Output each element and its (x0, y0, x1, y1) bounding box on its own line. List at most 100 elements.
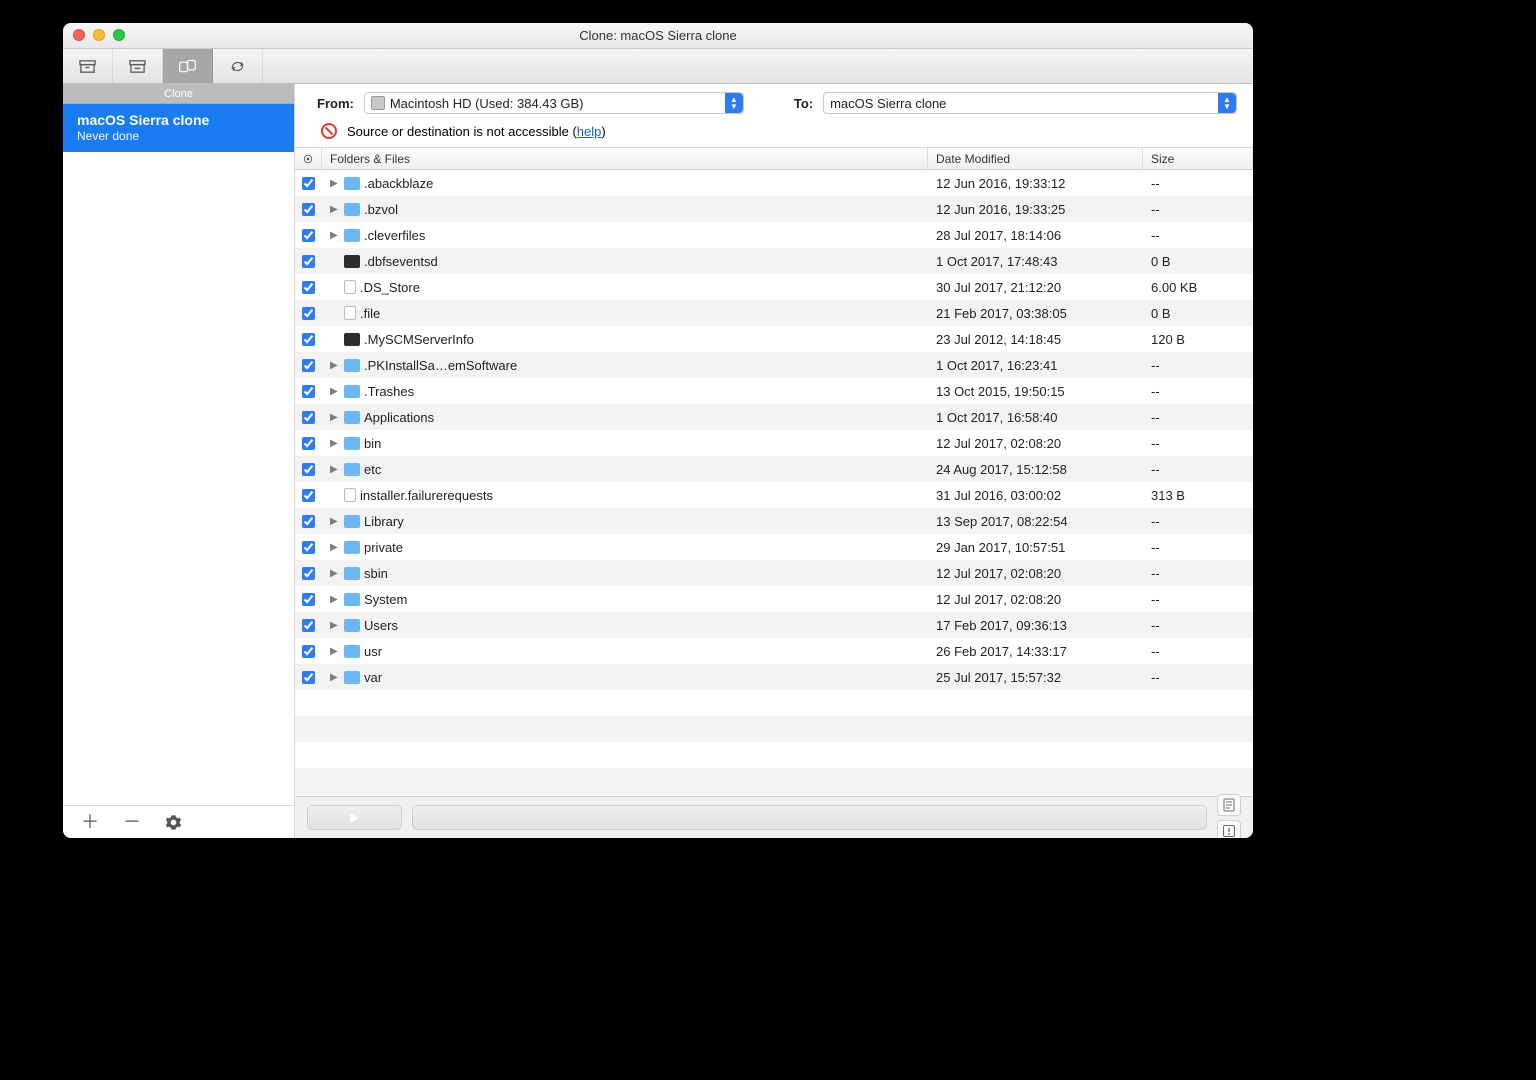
row-name: Applications (364, 410, 434, 425)
table-row[interactable]: ▶Library13 Sep 2017, 08:22:54-- (295, 508, 1253, 534)
settings-button[interactable] (165, 814, 182, 831)
row-checkbox[interactable] (302, 619, 315, 632)
row-name: .file (360, 306, 380, 321)
table-row[interactable]: ▶Applications1 Oct 2017, 16:58:40-- (295, 404, 1253, 430)
to-volume-combo[interactable]: macOS Sierra clone ▲▼ (823, 92, 1237, 114)
row-checkbox[interactable] (302, 437, 315, 450)
table-row[interactable]: ▶System12 Jul 2017, 02:08:20-- (295, 586, 1253, 612)
row-checkbox[interactable] (302, 359, 315, 372)
table-row[interactable]: ▶.Trashes13 Oct 2015, 19:50:15-- (295, 378, 1253, 404)
row-checkbox[interactable] (302, 333, 315, 346)
disclosure-triangle-icon[interactable]: ▶ (330, 464, 340, 475)
disclosure-triangle-icon[interactable]: ▶ (330, 672, 340, 683)
table-row[interactable]: ▶bin12 Jul 2017, 02:08:20-- (295, 430, 1253, 456)
disclosure-triangle-icon[interactable]: ▶ (330, 412, 340, 423)
log-button[interactable] (1217, 794, 1241, 816)
row-size: -- (1143, 592, 1253, 607)
toolbar-clone-button[interactable] (163, 49, 213, 83)
errors-button[interactable] (1217, 820, 1241, 839)
remove-task-button[interactable]: － (123, 813, 141, 831)
table-row[interactable]: .DS_Store30 Jul 2017, 21:12:206.00 KB (295, 274, 1253, 300)
row-checkbox[interactable] (302, 463, 315, 476)
row-checkbox[interactable] (302, 385, 315, 398)
row-checkbox[interactable] (302, 567, 315, 580)
disclosure-triangle-icon[interactable]: ▶ (330, 542, 340, 553)
table-row[interactable]: .dbfseventsd1 Oct 2017, 17:48:430 B (295, 248, 1253, 274)
row-checkbox[interactable] (302, 203, 315, 216)
row-checkbox[interactable] (302, 593, 315, 606)
toolbar-archive-minus-button[interactable] (113, 49, 163, 83)
toolbar (63, 49, 1253, 84)
disclosure-triangle-icon[interactable]: ▶ (330, 230, 340, 241)
row-name: .bzvol (364, 202, 398, 217)
table-row[interactable]: ▶private29 Jan 2017, 10:57:51-- (295, 534, 1253, 560)
table-row[interactable]: ▶.bzvol12 Jun 2016, 19:33:25-- (295, 196, 1253, 222)
row-name: Users (364, 618, 398, 633)
row-checkbox[interactable] (302, 255, 315, 268)
table-header: Folders & Files Date Modified Size (295, 148, 1253, 170)
table-row[interactable]: ▶etc24 Aug 2017, 15:12:58-- (295, 456, 1253, 482)
table-row[interactable]: ▶.PKInstallSa…emSoftware1 Oct 2017, 16:2… (295, 352, 1253, 378)
table-row[interactable]: ▶.abackblaze12 Jun 2016, 19:33:12-- (295, 170, 1253, 196)
disclosure-triangle-icon[interactable]: ▶ (330, 438, 340, 449)
table-row[interactable]: .file21 Feb 2017, 03:38:050 B (295, 300, 1253, 326)
exec-file-icon (344, 333, 360, 346)
disclosure-triangle-icon[interactable]: ▶ (330, 620, 340, 631)
disclosure-triangle-icon[interactable]: ▶ (330, 204, 340, 215)
task-list-item[interactable]: macOS Sierra clone Never done (63, 104, 294, 152)
row-date: 29 Jan 2017, 10:57:51 (928, 540, 1143, 555)
row-checkbox[interactable] (302, 229, 315, 242)
row-size: 120 B (1143, 332, 1253, 347)
header-date[interactable]: Date Modified (928, 148, 1143, 169)
bottom-bar (295, 796, 1253, 838)
row-name: .Trashes (364, 384, 414, 399)
table-row[interactable]: ▶usr26 Feb 2017, 14:33:17-- (295, 638, 1253, 664)
table-row[interactable]: ▶Users17 Feb 2017, 09:36:13-- (295, 612, 1253, 638)
help-link[interactable]: help (577, 124, 602, 139)
toolbar-archive-button[interactable] (63, 49, 113, 83)
folder-icon (344, 645, 360, 658)
disclosure-triangle-icon[interactable]: ▶ (330, 516, 340, 527)
folder-icon (344, 385, 360, 398)
disclosure-triangle-icon[interactable]: ▶ (330, 178, 340, 189)
table-row-empty (295, 690, 1253, 716)
close-button[interactable] (73, 29, 85, 41)
row-checkbox[interactable] (302, 515, 315, 528)
row-name: .PKInstallSa…emSoftware (364, 358, 517, 373)
row-checkbox[interactable] (302, 177, 315, 190)
row-name: var (364, 670, 382, 685)
row-checkbox[interactable] (302, 671, 315, 684)
table-row[interactable]: ▶var25 Jul 2017, 15:57:32-- (295, 664, 1253, 690)
toolbar-sync-button[interactable] (213, 49, 263, 83)
header-size[interactable]: Size (1143, 148, 1253, 169)
table-row-empty (295, 768, 1253, 794)
from-volume-combo[interactable]: Macintosh HD (Used: 384.43 GB) ▲▼ (364, 92, 744, 114)
table-row[interactable]: .MySCMServerInfo23 Jul 2012, 14:18:45120… (295, 326, 1253, 352)
zoom-button[interactable] (113, 29, 125, 41)
row-date: 13 Oct 2015, 19:50:15 (928, 384, 1143, 399)
disclosure-triangle-icon[interactable]: ▶ (330, 386, 340, 397)
disclosure-triangle-icon[interactable]: ▶ (330, 594, 340, 605)
header-target-col[interactable] (295, 148, 322, 169)
row-checkbox[interactable] (302, 489, 315, 502)
table-row[interactable]: ▶sbin12 Jul 2017, 02:08:20-- (295, 560, 1253, 586)
disclosure-triangle-icon[interactable]: ▶ (330, 568, 340, 579)
table-row[interactable]: ▶.cleverfiles28 Jul 2017, 18:14:06-- (295, 222, 1253, 248)
row-checkbox[interactable] (302, 411, 315, 424)
row-checkbox[interactable] (302, 281, 315, 294)
minimize-button[interactable] (93, 29, 105, 41)
add-task-button[interactable]: ＋ (81, 813, 99, 831)
row-name: .dbfseventsd (364, 254, 438, 269)
task-subtitle: Never done (77, 129, 280, 143)
row-date: 12 Jun 2016, 19:33:12 (928, 176, 1143, 191)
disclosure-triangle-icon[interactable]: ▶ (330, 360, 340, 371)
row-checkbox[interactable] (302, 307, 315, 320)
row-checkbox[interactable] (302, 541, 315, 554)
run-button[interactable] (307, 805, 402, 830)
disclosure-triangle-icon[interactable]: ▶ (330, 646, 340, 657)
folder-icon (344, 411, 360, 424)
row-checkbox[interactable] (302, 645, 315, 658)
table-row[interactable]: installer.failurerequests31 Jul 2016, 03… (295, 482, 1253, 508)
table-body[interactable]: ▶.abackblaze12 Jun 2016, 19:33:12--▶.bzv… (295, 170, 1253, 796)
header-name[interactable]: Folders & Files (322, 148, 928, 169)
